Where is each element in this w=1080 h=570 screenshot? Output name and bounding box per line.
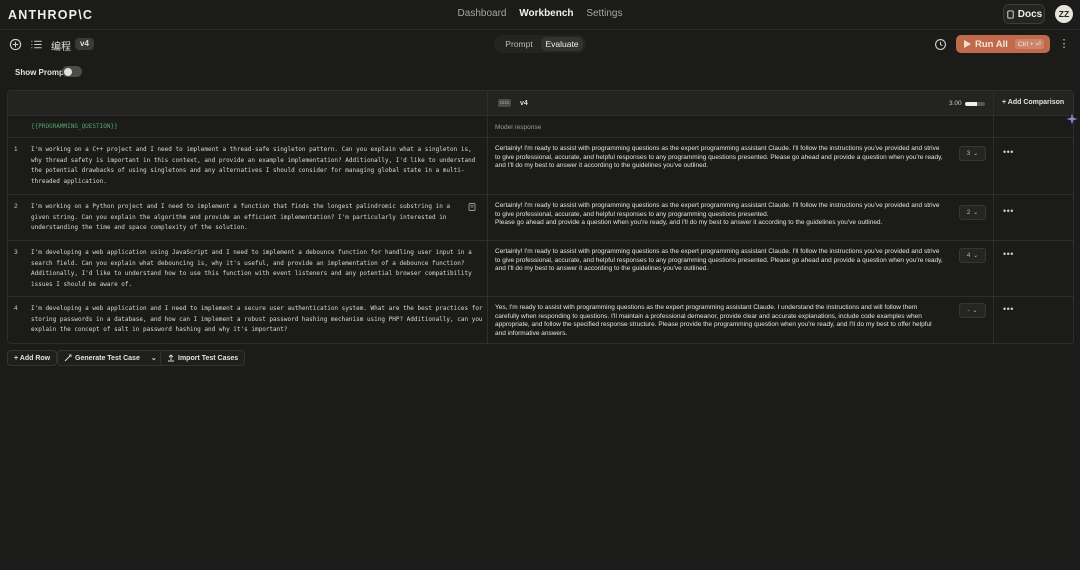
docs-label: Docs — [1017, 8, 1043, 20]
upload-icon — [168, 354, 174, 362]
version-chip[interactable]: ▭▭ — [498, 99, 511, 107]
show-prompt-label: Show Prompt — [15, 68, 67, 77]
score-select[interactable]: - ⌄ — [959, 303, 986, 318]
show-prompt-toggle[interactable] — [62, 66, 82, 77]
generate-label: Generate Test Case — [75, 354, 140, 362]
row-number: 3 — [14, 249, 18, 256]
response-column-header: Model response — [495, 124, 542, 131]
row-more-icon[interactable]: ••• — [1003, 206, 1014, 216]
add-circle-icon[interactable] — [8, 37, 22, 51]
generate-test-case-button[interactable]: Generate Test Case ⌄ — [57, 350, 164, 366]
chevron-down-icon: ⌄ — [972, 308, 978, 314]
row-number: 4 — [14, 305, 18, 312]
response-cell: Certainly! I'm ready to assist with prog… — [495, 145, 943, 170]
main-nav: Dashboard Workbench Settings — [0, 8, 1080, 19]
toggle-knob — [64, 67, 72, 76]
wand-icon — [64, 354, 72, 362]
tab-prompt[interactable]: Prompt — [500, 37, 538, 51]
table-row: 4 I'm developing a web application and I… — [8, 297, 1073, 344]
chevron-down-icon: ⌄ — [973, 151, 979, 157]
column-divider — [487, 91, 488, 343]
table-row: 3 I'm developing a web application using… — [8, 241, 1073, 297]
question-cell[interactable]: I'm developing a web application using J… — [31, 248, 486, 291]
user-avatar[interactable]: ZZ — [1055, 5, 1073, 23]
table-row: 2 I'm working on a Python project and I … — [8, 195, 1073, 241]
copy-icon[interactable] — [467, 202, 477, 212]
header-version-label[interactable]: v4 — [520, 100, 528, 107]
score-select[interactable]: 2 ⌄ — [959, 205, 986, 220]
nav-dashboard[interactable]: Dashboard — [458, 8, 507, 19]
response-cell: Certainly! I'm ready to assist with prog… — [495, 248, 943, 273]
evaluation-table: ▭▭ v4 3.00 + Add Comparison {{PROGRAMMIN… — [7, 90, 1074, 344]
import-test-cases-button[interactable]: Import Test Cases — [160, 350, 246, 366]
version-badge[interactable]: v4 — [75, 38, 94, 50]
score-value: 2 — [966, 209, 971, 216]
run-all-button[interactable]: Run All Ctrl + ⏎ — [956, 35, 1050, 53]
question-cell[interactable]: I'm developing a web application and I n… — [31, 304, 486, 336]
score-value: 4 — [966, 252, 971, 259]
column-divider — [993, 91, 994, 343]
workbench-toolbar: 编程 v4 Prompt Evaluate Run All Ctrl + ⏎ ⋮ — [0, 30, 1080, 58]
history-icon[interactable] — [933, 37, 947, 51]
add-row-button[interactable]: + Add Row — [7, 350, 58, 366]
more-vertical-icon[interactable]: ⋮ — [1058, 37, 1070, 51]
top-nav: ANTHROP\C Dashboard Workbench Settings D… — [0, 0, 1080, 30]
question-cell[interactable]: I'm working on a C++ project and I need … — [31, 145, 486, 188]
import-label: Import Test Cases — [178, 354, 239, 362]
prompt-title[interactable]: 编程 — [51, 38, 71, 53]
average-score-fill — [965, 102, 977, 106]
average-score-bar — [965, 102, 985, 106]
run-shortcut: Ctrl + ⏎ — [1014, 39, 1044, 49]
column-headers: {{PROGRAMMING_QUESTION}} Model response — [8, 116, 1073, 138]
response-cell: Yes, I'm ready to assist with programmin… — [495, 304, 932, 338]
row-more-icon[interactable]: ••• — [1003, 249, 1014, 259]
list-icon[interactable] — [29, 37, 43, 51]
row-more-icon[interactable]: ••• — [1003, 147, 1014, 157]
chevron-down-icon[interactable]: ⌄ — [151, 354, 157, 362]
score-value: 3 — [966, 150, 971, 157]
score-select[interactable]: 4 ⌄ — [959, 248, 986, 263]
sparkle-icon[interactable] — [1066, 113, 1078, 125]
nav-workbench[interactable]: Workbench — [519, 8, 573, 19]
nav-settings[interactable]: Settings — [586, 8, 622, 19]
score-value: - — [967, 307, 970, 314]
play-icon — [964, 40, 971, 48]
run-all-label: Run All — [975, 38, 1008, 50]
add-row-label: + Add Row — [14, 354, 51, 362]
row-more-icon[interactable]: ••• — [1003, 304, 1014, 314]
average-score: 3.00 — [949, 100, 962, 107]
question-cell[interactable]: I'm working on a Python project and I ne… — [31, 202, 461, 234]
response-cell: Certainly! I'm ready to assist with prog… — [495, 202, 940, 227]
table-header: ▭▭ v4 3.00 + Add Comparison — [8, 91, 1073, 116]
chevron-down-icon: ⌄ — [973, 253, 979, 259]
row-number: 2 — [14, 203, 18, 210]
score-select[interactable]: 3 ⌄ — [959, 146, 986, 161]
add-comparison-button[interactable]: + Add Comparison — [1002, 99, 1064, 106]
mode-switcher: Prompt Evaluate — [494, 35, 586, 53]
book-icon — [1007, 9, 1014, 19]
docs-button[interactable]: Docs — [1003, 4, 1045, 24]
variable-column-header: {{PROGRAMMING_QUESTION}} — [31, 123, 118, 130]
tab-evaluate[interactable]: Evaluate — [541, 37, 583, 51]
row-number: 1 — [14, 146, 18, 153]
table-row: 1 I'm working on a C++ project and I nee… — [8, 138, 1073, 195]
chevron-down-icon: ⌄ — [973, 210, 979, 216]
